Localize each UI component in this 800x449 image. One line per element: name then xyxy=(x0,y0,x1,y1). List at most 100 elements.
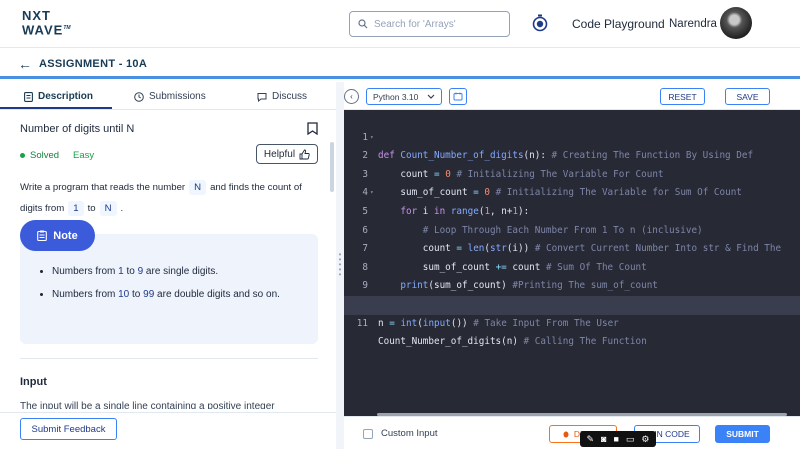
left-panel-scrollbar[interactable] xyxy=(330,142,334,192)
left-footer: Submit Feedback xyxy=(0,412,336,449)
question-description: Write a program that reads the number Nan… xyxy=(20,177,320,219)
nxtwave-logo[interactable]: NXT WAVETM xyxy=(22,9,71,36)
status-label: Solved xyxy=(30,150,60,161)
code-line[interactable]: 1 ▾ def Count_Number_of_digits(n): # Crea… xyxy=(344,110,800,162)
helpful-button[interactable]: Helpful xyxy=(256,144,318,164)
code-line[interactable]: 2 count = 0 # Initializing The Variable … xyxy=(344,129,800,180)
screen-icon[interactable]: ▭ xyxy=(626,434,635,445)
section-divider xyxy=(20,358,318,359)
code-token: n xyxy=(378,317,384,329)
language-value: Python 3.10 xyxy=(373,91,419,102)
code-text: n = int(input()) # Take Input From The U… xyxy=(378,315,619,334)
code-line[interactable]: 3 sum_of_count = 0 # Initializing The Va… xyxy=(344,147,800,199)
panel-splitter[interactable]: • • • • • xyxy=(336,82,344,449)
back-arrow-icon[interactable]: ← xyxy=(18,56,32,72)
code-editor[interactable]: 1 ▾ def Count_Number_of_digits(n): # Crea… xyxy=(344,110,800,416)
code-line[interactable]: 6 count = len(str(i)) # Convert Current … xyxy=(344,203,800,255)
chevron-down-icon xyxy=(427,94,435,99)
editor-settings-button[interactable] xyxy=(449,88,467,105)
difficulty-badge: Easy xyxy=(73,150,95,161)
note-item-2-a: 10 xyxy=(118,289,130,300)
logo-line-2: WAVETM xyxy=(22,22,71,36)
thumbs-up-icon xyxy=(299,149,310,159)
active-tab-indicator xyxy=(0,107,112,109)
code-line[interactable]: 8 print(sum_of_count) #Printing The sum_… xyxy=(344,240,800,292)
note-item-1-pre: Numbers from xyxy=(52,266,119,277)
user-avatar[interactable] xyxy=(720,7,752,39)
helpful-label: Helpful xyxy=(263,148,296,160)
note-item-2: Numbers from 10 to 99 are double digits … xyxy=(52,286,302,303)
code-line[interactable]: 9 xyxy=(344,259,800,291)
submit-button[interactable]: SUBMIT xyxy=(715,425,770,443)
problem-panel: Description Submissions Discuss Number o… xyxy=(0,82,336,449)
logo-line-2-text: WAVE xyxy=(22,22,64,38)
code-text: Count_Number_of_digits(n) # Calling The … xyxy=(378,333,647,352)
line-number: 11 xyxy=(356,317,368,329)
note-label: Note xyxy=(53,229,78,242)
gear-icon[interactable]: ⚙ xyxy=(641,434,649,445)
tab-discuss[interactable]: Discuss xyxy=(257,91,307,102)
problem-tabs: Description Submissions Discuss xyxy=(0,82,336,110)
note-badge: Note xyxy=(20,220,95,251)
screen-recorder-toolbar[interactable]: ✎ ◙ ■ ▭ ⚙ xyxy=(580,431,656,447)
drag-handle-icon[interactable]: • • • • • xyxy=(338,251,342,279)
tab-description-label: Description xyxy=(38,91,94,102)
submit-feedback-button[interactable]: Submit Feedback xyxy=(20,418,117,440)
input-section-heading: Input xyxy=(20,376,47,388)
search-input[interactable] xyxy=(374,18,504,30)
tab-submissions[interactable]: Submissions xyxy=(134,91,206,102)
input-section-text: The input will be a single line containi… xyxy=(20,401,275,409)
code-playground-link[interactable]: Code Playground xyxy=(572,17,665,31)
code-token: ()) xyxy=(450,317,468,329)
desc-chip-n: N xyxy=(189,180,207,195)
search-icon xyxy=(358,19,368,29)
desc-chip-n2: N xyxy=(99,201,117,216)
assignment-title: ASSIGNMENT - 10A xyxy=(39,58,148,70)
collapse-panel-button[interactable]: ‹ xyxy=(344,89,359,104)
note-item-1-post: are single digits. xyxy=(143,266,219,277)
desc-chip-1: 1 xyxy=(68,201,84,216)
stopwatch-icon[interactable] xyxy=(532,14,548,32)
language-select[interactable]: Python 3.10 xyxy=(366,88,442,105)
note-list: Numbers from 1 to 9 are single digits. N… xyxy=(52,263,302,309)
custom-input-checkbox[interactable] xyxy=(363,429,373,439)
tab-discuss-label: Discuss xyxy=(272,91,308,102)
bookmark-icon[interactable] xyxy=(307,122,318,135)
code-comment: # Calling The Function xyxy=(523,336,647,348)
code-token: input xyxy=(422,317,451,329)
code-token: Count_Number_of_digits(n) xyxy=(378,336,518,348)
search-box[interactable] xyxy=(349,11,510,37)
code-line[interactable]: 7 sum_of_count += count # Sum Of The Cou… xyxy=(344,222,800,273)
code-line-active[interactable]: 11 Count_Number_of_digits(n) # Calling T… xyxy=(344,296,800,347)
solved-status: Solved xyxy=(20,150,59,161)
code-comment: # Take Input From The User xyxy=(473,317,619,329)
save-button[interactable]: SAVE xyxy=(725,88,770,105)
chat-icon xyxy=(257,92,267,102)
note-item-2-b: 99 xyxy=(143,289,155,300)
code-line[interactable]: 4 ▾ for i in range(1, n+1): xyxy=(344,166,800,217)
custom-input-label[interactable]: Custom Input xyxy=(381,428,438,439)
note-item-2-mid: to xyxy=(129,289,144,300)
note-item-1-mid: to xyxy=(123,266,138,277)
note-item-1: Numbers from 1 to 9 are single digits. xyxy=(52,263,302,280)
camera-icon[interactable]: ◙ xyxy=(601,434,606,444)
question-title: Number of digits until N xyxy=(20,123,135,135)
clock-icon xyxy=(134,91,144,102)
pen-icon[interactable]: ✎ xyxy=(586,434,594,445)
reset-button[interactable]: RESET xyxy=(660,88,705,105)
code-line[interactable]: 5 # Loop Through Each Number From 1 To n… xyxy=(344,184,800,236)
description-icon xyxy=(24,91,33,102)
assignment-bar: ← ASSIGNMENT - 10A xyxy=(0,48,800,79)
logo-trademark: TM xyxy=(63,25,71,31)
note-item-2-post: are double digits and so on. xyxy=(154,289,280,300)
code-line[interactable]: 10 n = int(input()) # Take Input From Th… xyxy=(344,277,800,329)
video-icon[interactable]: ■ xyxy=(613,434,618,444)
editor-toolbar: ‹ Python 3.10 RESET SAVE xyxy=(344,82,800,110)
status-dot xyxy=(20,153,25,158)
desc-text-4: . xyxy=(120,203,124,214)
tab-description[interactable]: Description xyxy=(24,91,93,102)
settings-icon xyxy=(453,92,463,101)
code-token: int xyxy=(400,317,418,329)
top-header: NXT WAVETM Code Playground Narendra xyxy=(0,0,800,48)
tab-submissions-label: Submissions xyxy=(149,91,206,102)
